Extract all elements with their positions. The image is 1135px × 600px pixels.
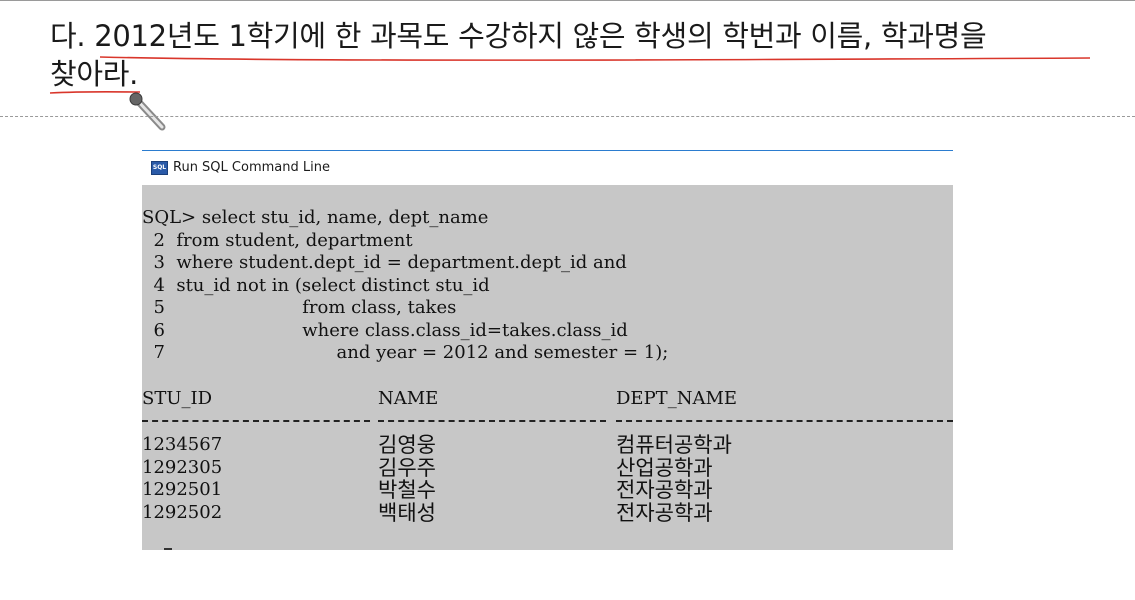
query-line: 5 from class, takes	[142, 297, 457, 318]
column-separator	[616, 420, 953, 422]
column-header-dept-name: DEPT_NAME	[616, 388, 738, 409]
pen-cursor-icon	[129, 92, 166, 131]
query-line: SQL> select stu_id, name, dept_name	[142, 207, 489, 228]
cell-stu-id: 1292501	[142, 479, 223, 500]
cell-dept-name: 전자공학과	[616, 501, 713, 525]
column-separator	[142, 420, 370, 422]
window-titlebar[interactable]: SQL Run SQL Command Line	[142, 150, 953, 185]
column-header-stu-id: STU_ID	[142, 388, 213, 409]
cell-name: 박철수	[378, 478, 436, 502]
cell-dept-name: 컴퓨터공학과	[616, 433, 732, 457]
query-line: 4 stu_id not in (select distinct stu_id	[142, 275, 490, 296]
cell-name: 김우주	[378, 456, 436, 480]
cell-dept-name: 산업공학과	[616, 456, 713, 480]
column-header-name: NAME	[378, 388, 439, 409]
window-title: Run SQL Command Line	[173, 160, 330, 175]
query-line: 7 and year = 2012 and semester = 1);	[142, 342, 669, 363]
console-cursor	[164, 548, 172, 550]
query-line: 6 where class.class_id=takes.class_id	[142, 320, 628, 341]
cell-dept-name: 전자공학과	[616, 478, 713, 502]
console-area[interactable]: SQL> select stu_id, name, dept_name 2 fr…	[142, 185, 953, 550]
cell-stu-id: 1292305	[142, 457, 223, 478]
cell-name: 백태성	[378, 501, 436, 525]
cell-stu-id: 1292502	[142, 502, 223, 523]
query-line: 2 from student, department	[142, 230, 413, 251]
red-underline-annotation	[99, 56, 1091, 61]
cell-name: 김영웅	[378, 433, 436, 457]
column-separator	[378, 420, 606, 422]
red-underline-annotation-2	[49, 90, 141, 94]
sql-command-window: SQL Run SQL Command Line SQL> select stu…	[142, 150, 953, 550]
annotation-layer	[49, 56, 1091, 131]
dashed-separator	[0, 116, 1135, 117]
query-line: 3 where student.dept_id = department.dep…	[142, 252, 627, 273]
cell-stu-id: 1234567	[142, 434, 223, 455]
sql-command-line-icon: SQL	[151, 161, 168, 175]
